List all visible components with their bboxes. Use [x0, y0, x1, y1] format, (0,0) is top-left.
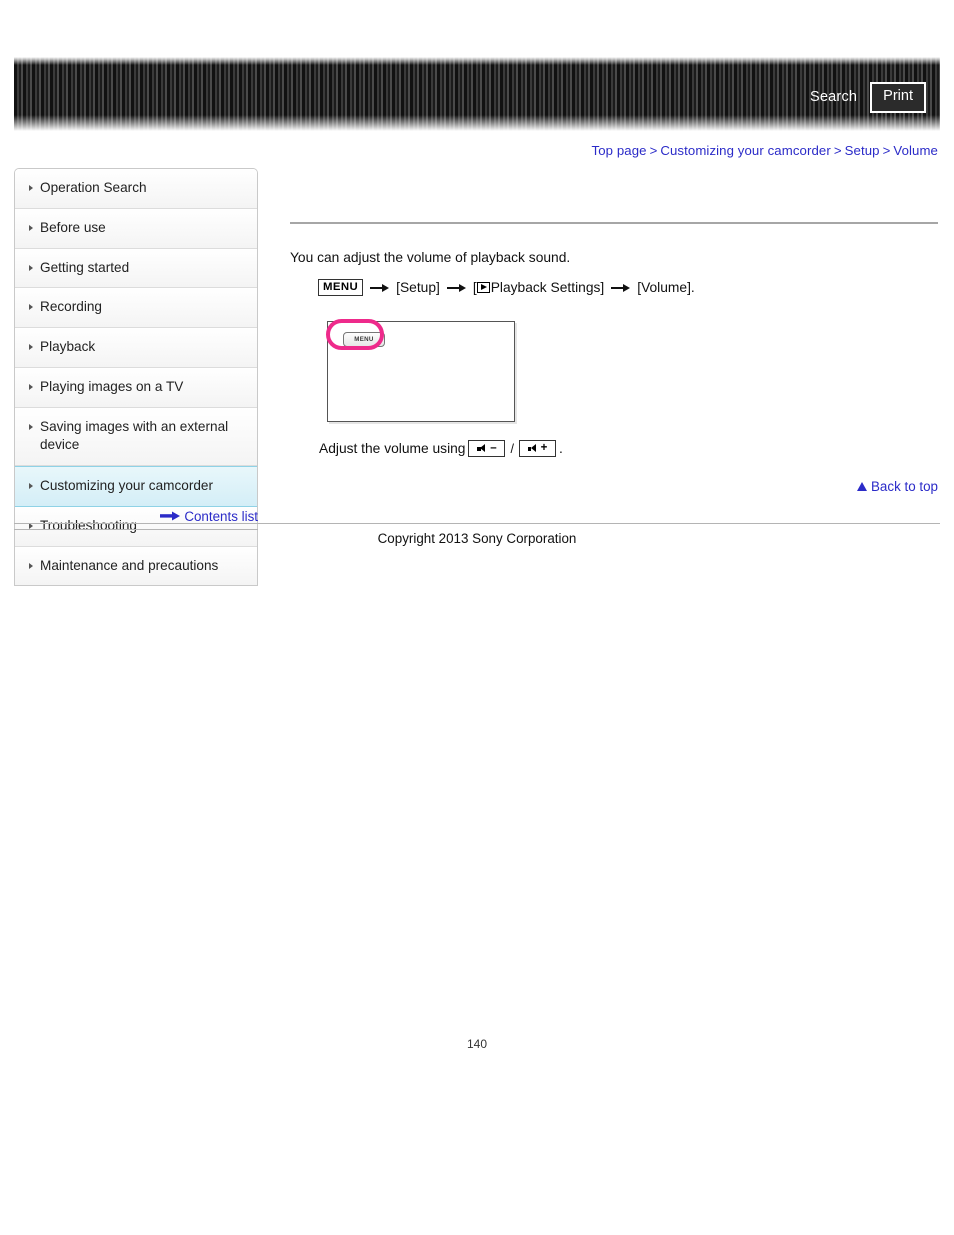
right-arrow-icon [160, 511, 181, 521]
sidebar-item-customizing-your-camcorder[interactable]: Customizing your camcorder [15, 466, 257, 507]
plus-sign: + [540, 442, 548, 455]
playback-triangle-icon [476, 282, 490, 294]
page-number: 140 [466, 1037, 488, 1051]
arrow-right-icon [370, 283, 390, 292]
path-step-playback-settings: [Playback Settings] [473, 280, 604, 295]
sidebar-item-playback[interactable]: Playback [15, 328, 257, 368]
intro-text: You can adjust the volume of playback so… [290, 250, 571, 265]
sidebar-item-saving-images-with-an-external-device[interactable]: Saving images with an external device [15, 407, 257, 466]
up-triangle-icon [857, 482, 867, 491]
back-to-top-link[interactable]: Back to top [857, 479, 938, 494]
lcd-menu-button[interactable]: MENU [343, 332, 385, 348]
lcd-screen-frame: MENU [327, 321, 515, 423]
volume-instruction-suffix: . [558, 441, 563, 457]
breadcrumb-item-customizing-your-camcorder[interactable]: Customizing your camcorder [660, 143, 830, 158]
volume-instruction-prefix: Adjust the volume using [319, 441, 466, 457]
footer-divider [14, 523, 940, 524]
breadcrumb-item-setup[interactable]: Setup [845, 143, 880, 158]
path-step-setup: [Setup] [396, 280, 440, 296]
back-to-top-label: Back to top [871, 479, 938, 494]
breadcrumb-item-top-page[interactable]: Top page [592, 143, 647, 158]
contents-list-label: Contents list [184, 508, 258, 524]
volume-up-icon: + [518, 440, 556, 458]
breadcrumb-separator: > [882, 143, 891, 158]
chevron-right-icon [29, 562, 33, 569]
volume-down-icon: – [468, 440, 506, 458]
sidebar-item-recording[interactable]: Recording [15, 288, 257, 328]
menu-badge: MENU [318, 278, 364, 297]
chevron-right-icon [29, 264, 33, 271]
chevron-right-icon [29, 185, 33, 191]
sidebar-item-label: Saving images with an external device [40, 418, 229, 453]
sidebar-item-playing-images-on-a-tv[interactable]: Playing images on a TV [15, 367, 257, 408]
header-controls: Search Print [810, 82, 926, 113]
chevron-right-icon [29, 383, 33, 390]
contents-list-row: Contents list [14, 508, 258, 530]
sidebar-item-label: Before use [40, 219, 106, 235]
chevron-right-icon [29, 344, 33, 350]
path-step-volume: [Volume]. [637, 280, 695, 296]
breadcrumb: Top page > Customizing your camcorder > Setu… [592, 143, 939, 158]
contents-list-link[interactable]: Contents list [160, 509, 258, 524]
sidebar-item-before-use[interactable]: Before use [15, 208, 257, 249]
chevron-right-icon [29, 483, 33, 489]
separator-slash: / [510, 441, 514, 456]
chevron-right-icon [29, 304, 33, 311]
sidebar-item-label: Operation Search [40, 180, 147, 195]
sidebar-item-label: Customizing your camcorder [40, 478, 214, 493]
speaker-icon [527, 444, 539, 453]
breadcrumb-item-volume[interactable]: Volume [893, 143, 938, 158]
sidebar-item-label: Maintenance and precautions [40, 557, 219, 573]
print-button[interactable]: Print [870, 82, 926, 113]
path-step-playback-label: Playback Settings] [490, 280, 605, 296]
sidebar-item-label: Recording [40, 299, 102, 315]
search-link[interactable]: Search [810, 89, 857, 106]
sidebar-item-label: Playback [40, 339, 96, 354]
sidebar-item-getting-started[interactable]: Getting started [15, 248, 257, 289]
speaker-icon [477, 444, 488, 453]
main-content: You can adjust the volume of playback so… [290, 222, 938, 458]
arrow-right-icon [611, 283, 631, 292]
sidebar-item-label: Playing images on a TV [40, 378, 184, 394]
sidebar-item-maintenance-and-precautions[interactable]: Maintenance and precautions [15, 546, 257, 586]
breadcrumb-separator: > [649, 143, 658, 158]
volume-instruction: Adjust the volume using – / + . [319, 440, 938, 458]
sidebar-item-operation-search[interactable]: Operation Search [15, 169, 257, 209]
illustration-lcd-screen: MENU [319, 317, 515, 423]
menu-path: MENU [Setup] [Playback Settings] [Volume… [318, 278, 938, 297]
chevron-right-icon [29, 224, 33, 231]
breadcrumb-separator: > [833, 143, 842, 158]
copyright-text: Copyright 2013 Sony Corporation [377, 531, 577, 546]
chevron-right-icon [29, 423, 33, 430]
content-divider [290, 222, 938, 224]
minus-sign: – [490, 442, 497, 455]
back-to-top-row: Back to top [290, 479, 938, 494]
arrow-right-icon [446, 283, 466, 292]
sidebar-item-label: Getting started [40, 259, 130, 275]
header-banner: Search Print [14, 57, 940, 131]
